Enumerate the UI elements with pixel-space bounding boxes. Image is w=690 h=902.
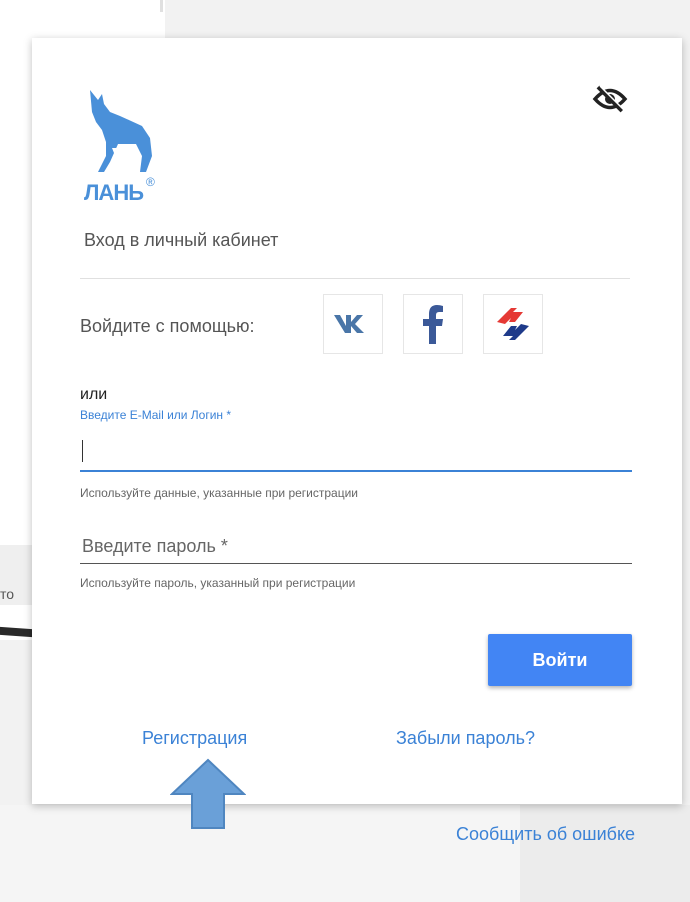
title-divider: [80, 278, 630, 279]
up-arrow-icon: [170, 758, 246, 829]
background-divider: [160, 0, 163, 12]
logo-text: ЛАНЬ: [84, 180, 144, 205]
email-field-label: Введите E-Mail или Логин *: [80, 408, 232, 422]
facebook-icon: [423, 305, 443, 344]
eye-off-icon[interactable]: [592, 84, 628, 114]
email-field[interactable]: [80, 430, 632, 472]
or-separator: или: [80, 386, 108, 403]
lan-logo-icon: ЛАНЬ ®: [84, 90, 155, 205]
email-hint: Используйте данные, указанные при регист…: [80, 486, 358, 500]
login-card: ЛАНЬ ® Вход в личный кабинет Войдите с п…: [32, 38, 682, 804]
password-hint: Используйте пароль, указанный при регист…: [80, 576, 356, 590]
facebook-login-button[interactable]: [403, 294, 463, 354]
social-login-label: Войдите с помощью:: [80, 316, 255, 336]
vk-login-button[interactable]: [323, 294, 383, 354]
login-button[interactable]: Войти: [488, 634, 632, 686]
esia-login-button[interactable]: [483, 294, 543, 354]
background-side-text: то: [0, 586, 15, 602]
forgot-password-link[interactable]: Забыли пароль?: [396, 728, 535, 749]
text-caret: [82, 440, 83, 462]
login-title: Вход в личный кабинет: [84, 230, 279, 250]
report-error-link[interactable]: Сообщить об ошибке: [456, 824, 635, 845]
arrows-swap-icon: [497, 308, 529, 340]
register-link[interactable]: Регистрация: [142, 728, 247, 749]
password-field[interactable]: [80, 530, 632, 564]
vk-icon: [334, 315, 364, 333]
background-diagonal: [520, 805, 690, 902]
logo-registered-mark: ®: [146, 175, 155, 189]
